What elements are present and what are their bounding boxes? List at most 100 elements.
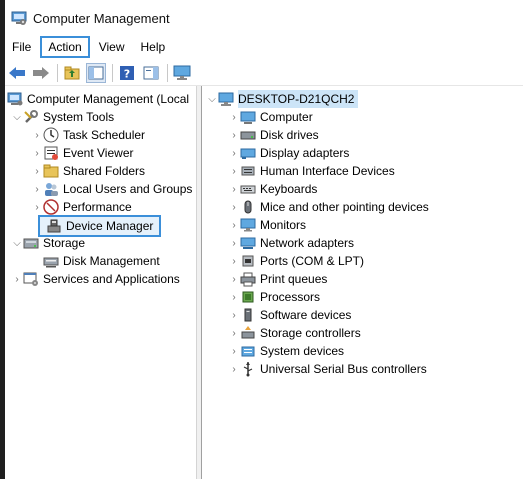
menu-help[interactable]: Help xyxy=(134,36,173,58)
hid-icon xyxy=(240,163,256,179)
tree-item-event-viewer[interactable]: › Event Viewer xyxy=(31,144,133,162)
device-category-item[interactable]: › Print queues xyxy=(228,270,327,288)
chevron-right-icon[interactable]: › xyxy=(228,180,240,198)
device-category-item[interactable]: › System devices xyxy=(228,342,344,360)
tree-label: Services and Applications xyxy=(43,272,180,286)
device-category-item[interactable]: › Software devices xyxy=(228,306,351,324)
tree-item-services-applications[interactable]: › Services and Applications xyxy=(11,270,180,288)
monitor-icon[interactable] xyxy=(172,63,192,83)
tree-item-local-users-groups[interactable]: › Local Users and Groups xyxy=(31,180,192,198)
device-category-item[interactable]: › Monitors xyxy=(228,216,306,234)
menu-action[interactable]: Action xyxy=(40,36,90,58)
device-category-item[interactable]: › Keyboards xyxy=(228,180,317,198)
device-category-item[interactable]: › Display adapters xyxy=(228,144,349,162)
chevron-down-icon[interactable]: ⌵ xyxy=(11,234,23,252)
display-adapter-icon xyxy=(240,145,256,161)
disk-drive-icon xyxy=(240,127,256,143)
chevron-right-icon[interactable]: › xyxy=(31,162,43,180)
menu-view[interactable]: View xyxy=(92,36,132,58)
computer-management-app-icon xyxy=(11,10,27,26)
device-category-item[interactable]: › Ports (COM & LPT) xyxy=(228,252,364,270)
up-folder-icon[interactable] xyxy=(62,63,82,83)
chevron-right-icon[interactable]: › xyxy=(31,144,43,162)
chevron-right-icon[interactable]: › xyxy=(228,306,240,324)
device-category-item[interactable]: › Human Interface Devices xyxy=(228,162,395,180)
chevron-right-icon[interactable]: › xyxy=(31,126,43,144)
chevron-right-icon[interactable]: › xyxy=(228,144,240,162)
device-category-label: Universal Serial Bus controllers xyxy=(260,362,427,376)
performance-icon xyxy=(43,199,59,215)
device-category-item[interactable]: › Computer xyxy=(228,108,313,126)
monitor-icon xyxy=(240,217,256,233)
chevron-right-icon[interactable]: › xyxy=(31,198,43,216)
chevron-right-icon[interactable]: › xyxy=(228,198,240,216)
chevron-right-icon[interactable]: › xyxy=(228,108,240,126)
device-category-label: Print queues xyxy=(260,272,328,286)
tree-label: System Tools xyxy=(43,110,115,124)
menu-file[interactable]: File xyxy=(5,36,38,58)
tree-item-performance[interactable]: › Performance xyxy=(31,198,132,216)
desktop-computer-icon xyxy=(218,91,234,107)
chevron-down-icon[interactable]: ⌵ xyxy=(11,108,23,126)
chevron-right-icon[interactable]: › xyxy=(11,270,23,288)
tree-label: Disk Management xyxy=(63,254,160,268)
device-category-item[interactable]: › Processors xyxy=(228,288,320,306)
device-category-label: System devices xyxy=(260,344,345,358)
tree-item-system-tools[interactable]: ⌵ System Tools xyxy=(11,108,114,126)
chevron-right-icon[interactable]: › xyxy=(31,180,43,198)
system-tools-icon xyxy=(23,109,39,125)
device-tree-root[interactable]: ⌵ DESKTOP-D21QCH2 xyxy=(206,90,359,108)
chevron-right-icon[interactable]: › xyxy=(228,126,240,144)
action-pane-icon[interactable] xyxy=(141,63,161,83)
processor-icon xyxy=(240,289,256,305)
chevron-right-icon[interactable]: › xyxy=(228,342,240,360)
tree-label: Event Viewer xyxy=(63,146,134,160)
tree-label: Device Manager xyxy=(66,219,154,233)
chevron-right-icon[interactable]: › xyxy=(228,216,240,234)
title-bar[interactable]: Computer Management xyxy=(5,0,523,36)
computer-management-window: Computer Management File Action View Hel… xyxy=(5,0,523,479)
tree-item-task-scheduler[interactable]: › Task Scheduler xyxy=(31,126,145,144)
tree-item-shared-folders[interactable]: › Shared Folders xyxy=(31,162,145,180)
storage-controller-icon xyxy=(240,325,256,341)
show-hide-console-tree-icon[interactable] xyxy=(86,62,106,83)
chevron-right-icon[interactable]: › xyxy=(228,270,240,288)
tree-item-storage[interactable]: ⌵ Storage xyxy=(11,234,85,252)
device-category-label: Ports (COM & LPT) xyxy=(260,254,365,268)
device-category-item[interactable]: › Network adapters xyxy=(228,234,354,252)
chevron-right-icon[interactable]: › xyxy=(228,162,240,180)
clock-icon xyxy=(43,127,59,143)
device-category-label: Software devices xyxy=(260,308,352,322)
device-category-item[interactable]: › Universal Serial Bus controllers xyxy=(228,360,427,378)
chevron-right-icon[interactable]: › xyxy=(228,234,240,252)
shared-folder-icon xyxy=(43,163,59,179)
device-category-item[interactable]: › Storage controllers xyxy=(228,324,361,342)
chevron-right-icon[interactable]: › xyxy=(228,360,240,378)
services-applications-icon xyxy=(23,271,39,287)
device-category-label: Network adapters xyxy=(260,236,355,250)
chevron-right-icon[interactable]: › xyxy=(228,288,240,306)
device-category-item[interactable]: › Disk drives xyxy=(228,126,318,144)
help-icon[interactable]: ? xyxy=(117,63,137,83)
printer-icon xyxy=(240,271,256,287)
tree-label: Shared Folders xyxy=(63,164,146,178)
svg-text:?: ? xyxy=(124,67,130,80)
device-category-label: Processors xyxy=(260,290,321,304)
back-arrow-icon[interactable] xyxy=(7,63,27,83)
keyboard-icon xyxy=(240,181,256,197)
tree-label: Performance xyxy=(63,200,132,214)
device-category-label: Human Interface Devices xyxy=(260,164,395,178)
device-category-label: Storage controllers xyxy=(260,326,361,340)
console-tree-pane[interactable]: Computer Management (Local ⌵ System Tool… xyxy=(5,86,197,479)
chevron-right-icon[interactable]: › xyxy=(228,324,240,342)
chevron-right-icon[interactable]: › xyxy=(228,252,240,270)
tree-item-disk-management[interactable]: Disk Management xyxy=(43,252,160,270)
device-category-item[interactable]: › Mice and other pointing devices xyxy=(228,198,428,216)
tree-item-computer-management[interactable]: Computer Management (Local xyxy=(7,90,189,108)
device-manager-icon xyxy=(46,218,62,234)
device-tree-pane[interactable]: ⌵ DESKTOP-D21QCH2 › Computer › Disk drives ›… xyxy=(201,86,523,479)
forward-arrow-icon[interactable] xyxy=(31,63,51,83)
chevron-down-icon[interactable]: ⌵ xyxy=(206,90,218,108)
computer-icon xyxy=(240,109,256,125)
network-adapter-icon xyxy=(240,235,256,251)
